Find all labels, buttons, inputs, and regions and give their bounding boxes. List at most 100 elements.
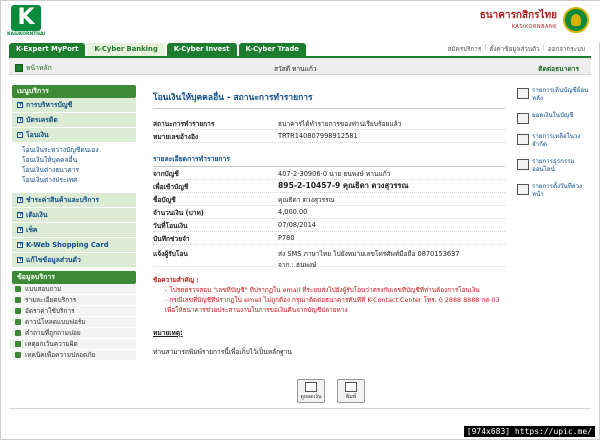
collapse-icon: -: [17, 131, 23, 138]
detail-row: วันที่โอนเงิน 07/08/2014: [153, 219, 505, 232]
info-disclaimer[interactable]: เหตุยกเว้นความผิด: [12, 339, 136, 350]
info-fees[interactable]: อัตราค่าใช้บริการ: [12, 306, 136, 317]
detail-section-title: รายละเอียดการทำรายการ: [153, 153, 505, 167]
sidebar-item-credit-card[interactable]: + บัตรเครดิต: [12, 113, 136, 128]
info-label: เหตุยกเว้นความผิด: [25, 339, 78, 348]
expand-icon: +: [17, 256, 24, 263]
tab-k-cyber-invest[interactable]: K-Cyber Invest: [166, 43, 237, 56]
field-label: วันที่โอนเงิน: [153, 221, 188, 230]
greeting: สวัสดี ทานแก้ว: [274, 65, 317, 73]
expand-icon: +: [17, 116, 24, 123]
detail-row: จากบัญชี 407-2-30906-0 นาย ธนพงษ์ ทานแก้ว: [153, 167, 505, 180]
top-links: สมัครบริการ | ตั้งค่าข้อมูลส่วนตัว | ออก…: [448, 44, 585, 54]
info-service-details[interactable]: รายละเอียดบริการ: [12, 295, 136, 306]
reference-row: หมายเลขอ้างอิง TRTR140807998912581: [153, 130, 505, 143]
field-label: จากบัญชี: [153, 169, 179, 178]
sidebar-item-bill-payment[interactable]: + ชำระค่าสินค้าและบริการ: [12, 193, 136, 208]
field-label: จำนวนเงิน (บาท): [153, 208, 204, 217]
kasikorn-logo[interactable]: K KASIKORNTHAI: [7, 5, 45, 39]
survey-icon: [15, 286, 21, 292]
download-icon: [15, 319, 21, 325]
product-tabs: K-Expert MyPort K-Cyber Banking K-Cyber …: [9, 43, 306, 56]
settings-link[interactable]: ตั้งค่าข้อมูลส่วนตัว: [489, 44, 539, 54]
quick-link-scheduled[interactable]: รายการตั้งวันที่ล่วงหน้า: [517, 183, 589, 199]
field-value: TRTR140807998912581: [278, 132, 358, 140]
service-info-title: ข้อมูลบริการ: [12, 271, 136, 284]
expand-icon: +: [17, 196, 24, 203]
field-value: 895-2-10457-9 คุณธิดา ดวงสุวรรณ: [278, 181, 409, 190]
note-item: - กรณีเลขที่บัญชีที่ปรากฏใน email ไม่ถูก…: [165, 296, 500, 314]
submenu-other-person[interactable]: โอนเงินให้บุคคลอื่น: [22, 155, 136, 165]
detail-row: แจ้งผู้รับโอน ส่ง SMS ภาษาไทย ไปยังหมายเล…: [153, 245, 505, 270]
logout-link[interactable]: ออกจากระบบ: [548, 44, 585, 54]
remark: หมายเหตุ: ท่านสามารถพิมพ์รายการนี้เพื่อเ…: [153, 327, 505, 357]
logo-text: KASIKORNTHAI: [7, 32, 46, 37]
tab-k-cyber-banking[interactable]: K-Cyber Banking: [87, 43, 165, 56]
quick-link-balance[interactable]: ยอดเงินในบัญชี: [517, 112, 589, 124]
status-row: สถานะการทำรายการ ธนาคารได้ทำรายการของท่าน…: [153, 117, 505, 130]
info-security-tips[interactable]: เทคนิคเพื่อความปลอดภัย: [12, 350, 136, 361]
home-icon: [15, 63, 23, 72]
faq-icon: [15, 330, 21, 336]
sms-text: ส่ง SMS ภาษาไทย ไปยังหมายเลขโทรศัพท์มือถ…: [278, 250, 460, 258]
field-label: ชื่อบัญชี: [153, 195, 176, 204]
field-label: แจ้งผู้รับโอน: [153, 250, 188, 258]
expand-icon: +: [17, 241, 24, 248]
balance-icon: [305, 382, 317, 392]
info-download-forms[interactable]: ดาวน์โหลดแบบฟอร์ม: [12, 317, 136, 328]
online-icon: [517, 159, 529, 170]
detail-row: เพื่อเข้าบัญชี 895-2-10457-9 คุณธิดา ดวงส…: [153, 180, 505, 193]
transfer-submenu: โอนเงินระหว่างบัญชีตนเอง โอนเงินให้บุคคล…: [12, 143, 136, 187]
field-value: 407-2-30906-0 นาย ธนพงษ์ ทานแก้ว: [278, 169, 391, 178]
register-link[interactable]: สมัครบริการ: [448, 44, 482, 54]
bank-name-thai: ธนาคารกสิกรไทย: [479, 10, 557, 21]
notes-title: ข้อความสำคัญ :: [153, 276, 199, 284]
bank-name: ธนาคารกสิกรไทย KASIKORNBANK: [480, 8, 557, 30]
emblem-inner: [571, 14, 581, 26]
expand-icon: +: [17, 226, 24, 233]
sidebar-item-transfer[interactable]: - โอนเงิน: [12, 128, 136, 143]
sidebar-item-shopping-card[interactable]: + K-Web Shopping Card: [12, 238, 136, 253]
print-button[interactable]: พิมพ์: [337, 379, 365, 403]
action-buttons: ดูยอดเงิน พิมพ์: [297, 379, 365, 403]
field-label: บันทึกช่วยจำ: [153, 234, 190, 243]
sidebar-item-topup[interactable]: + เติมเงิน: [12, 208, 136, 223]
separator: |: [542, 44, 545, 51]
nav-bar: หน้าหลัก สวัสดี ทานแก้ว ติดต่อธนาคาร: [9, 56, 591, 75]
sidebar-item-edit-profile[interactable]: + แก้ไขข้อมูลส่วนตัว: [12, 253, 136, 268]
quick-link-label: รายการเหลือในวงจำกัด: [532, 133, 581, 148]
detail-row: ชื่อบัญชี คุณธิดา ดวงสุวรรณ: [153, 193, 505, 206]
sidebar-item-cheque[interactable]: + เช็ค: [12, 223, 136, 238]
field-value: ส่ง SMS ภาษาไทย ไปยังหมายเลขโทรศัพท์มือถ…: [278, 248, 505, 270]
home-link[interactable]: หน้าหลัก: [15, 62, 52, 73]
sidebar-item-label: โอนเงิน: [26, 130, 49, 139]
quick-link-online[interactable]: รายการธุรกรรมออนไลน์: [517, 158, 589, 174]
sms-from: จาก : ธนพงษ์: [278, 261, 317, 269]
expand-icon: +: [17, 101, 24, 108]
field-value: คุณธิดา ดวงสุวรรณ: [278, 195, 335, 204]
field-value: P780: [278, 234, 295, 242]
main-content: โอนเงินให้บุคคลอื่น - สถานะการทำรายการ ส…: [153, 90, 505, 357]
remark-text: ท่านสามารถพิมพ์รายการนี้เพื่อเก็บไว้เป็น…: [153, 348, 292, 356]
sidebar-item-label: ชำระค่าสินค้าและบริการ: [26, 195, 99, 204]
submenu-own-account[interactable]: โอนเงินระหว่างบัญชีตนเอง: [22, 145, 136, 155]
quick-link-limit[interactable]: รายการเหลือในวงจำกัด: [517, 133, 589, 149]
quick-link-statement[interactable]: รายการเดินบัญชีย้อนหลัง: [517, 87, 589, 103]
view-balance-button[interactable]: ดูยอดเงิน: [297, 379, 325, 403]
submenu-other-bank[interactable]: โอนเงินต่างธนาคาร: [22, 165, 136, 175]
sidebar-item-label: แก้ไขข้อมูลส่วนตัว: [26, 255, 81, 264]
info-survey[interactable]: แบบสอบถาม: [12, 284, 136, 295]
quick-link-label: รายการตั้งวันที่ล่วงหน้า: [532, 183, 583, 198]
sidebar-item-label: บัตรเครดิต: [26, 115, 58, 124]
sidebar-item-account[interactable]: + การบริหารบัญชี: [12, 98, 136, 113]
tab-k-cyber-trade[interactable]: K-Cyber Trade: [238, 43, 306, 56]
info-label: รายละเอียดบริการ: [25, 295, 77, 304]
contact-bank-link[interactable]: ติดต่อธนาคาร: [538, 63, 579, 74]
field-label: เพื่อเข้าบัญชี: [153, 182, 189, 191]
field-value: ธนาคารได้ทำรายการของท่านเรียบร้อยแล้ว: [278, 119, 402, 128]
info-faq[interactable]: คำถามที่ถูกถามบ่อย: [12, 328, 136, 339]
submenu-international[interactable]: โอนเงินต่างประเทศ: [22, 175, 136, 185]
menu-title: เมนูบริการ: [12, 85, 136, 98]
tab-k-expert-myport[interactable]: K-Expert MyPort: [9, 43, 86, 56]
